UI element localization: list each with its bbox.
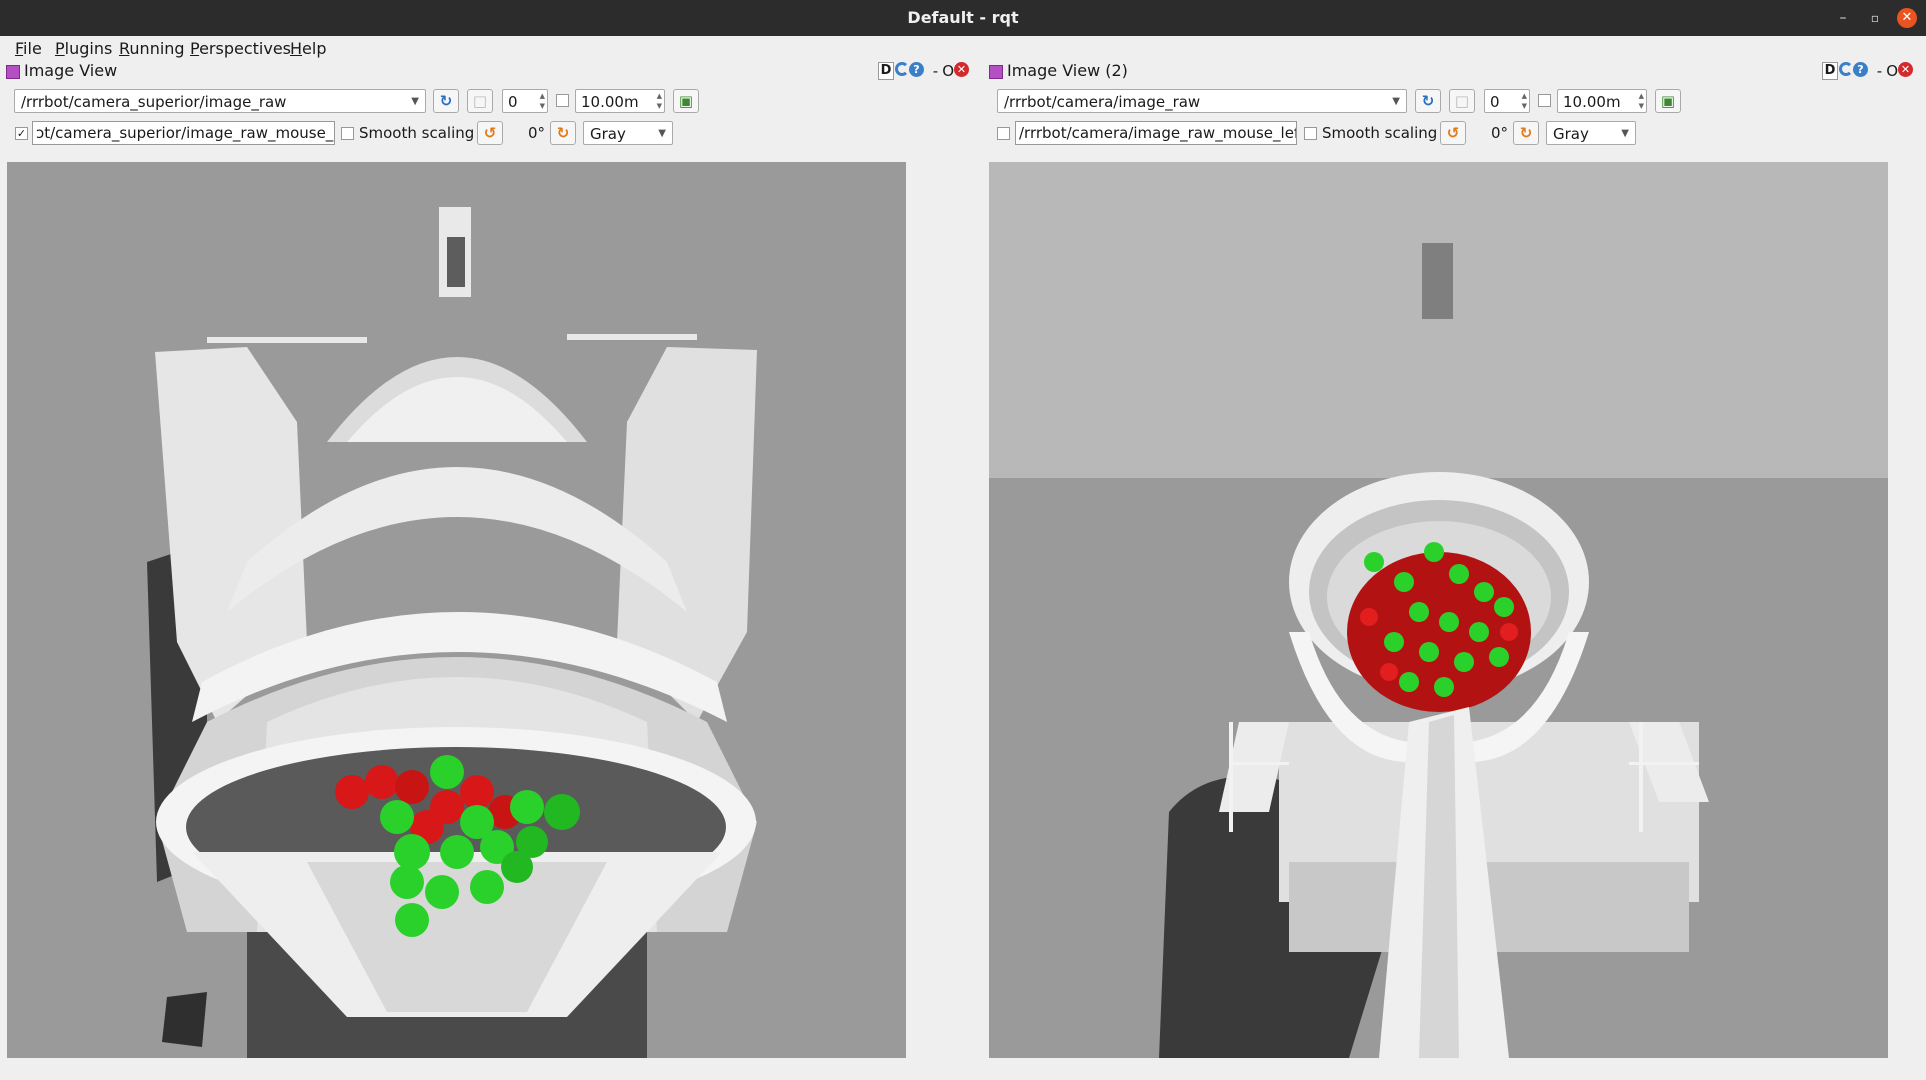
rotate-right-icon[interactable]: ↻ bbox=[550, 121, 576, 145]
panel2-title: Image View (2) bbox=[989, 61, 1128, 83]
close-icon[interactable]: ✕ bbox=[1898, 62, 1914, 77]
panel2-max-range-spinbox[interactable]: 10.00m ▲ ▼ bbox=[1557, 89, 1647, 113]
panel1-max-range-spinbox[interactable]: 10.00m ▲ ▼ bbox=[575, 89, 665, 113]
spin-arrows-icon[interactable]: ▲ ▼ bbox=[540, 91, 545, 111]
zoom-icon[interactable]: □ bbox=[467, 89, 493, 113]
panel1-mouse-topic-field[interactable]: ɔt/camera_superior/image_raw_mouse_left bbox=[32, 121, 335, 145]
panel2-zoom-value: 0 bbox=[1490, 93, 1500, 111]
panel2-max-range-value: 10.00m bbox=[1563, 93, 1621, 111]
plugin-icon bbox=[989, 64, 1003, 79]
panel1-depth-checkbox[interactable] bbox=[556, 94, 569, 107]
maximize-button[interactable]: ▫ bbox=[1865, 8, 1885, 28]
rotate-right-icon[interactable]: ↻ bbox=[1513, 121, 1539, 145]
menu-file[interactable]: File bbox=[15, 39, 42, 58]
panel2-smooth-label: Smooth scaling bbox=[1322, 124, 1438, 142]
chevron-down-icon: ▼ bbox=[658, 128, 666, 139]
close-icon[interactable]: ✕ bbox=[954, 62, 970, 77]
panel1-rotation-label: 0° bbox=[528, 124, 546, 142]
rotate-left-icon[interactable]: ↺ bbox=[477, 121, 503, 145]
spin-arrows-icon[interactable]: ▲ ▼ bbox=[1639, 91, 1644, 111]
panel2-color-scheme-select[interactable]: Gray ▼ bbox=[1546, 121, 1636, 145]
reload-icon[interactable] bbox=[1839, 62, 1853, 76]
chevron-down-icon: ▼ bbox=[1621, 128, 1629, 139]
menu-help[interactable]: Help bbox=[290, 39, 326, 58]
panel2-topic-select[interactable]: /rrrbot/camera/image_raw ▼ bbox=[997, 89, 1407, 113]
panel1-color-scheme-value: Gray bbox=[590, 125, 626, 143]
spin-arrows-icon[interactable]: ▲ ▼ bbox=[1522, 91, 1527, 111]
zoom-icon[interactable]: □ bbox=[1449, 89, 1475, 113]
panel1-topic-select[interactable]: /rrrbot/camera_superior/image_raw ▼ bbox=[14, 89, 426, 113]
panel1-minimize-button[interactable]: - bbox=[933, 62, 938, 80]
panel2-zoom-spinbox[interactable]: 0 ▲ ▼ bbox=[1484, 89, 1530, 113]
panel2-smooth-checkbox[interactable] bbox=[1304, 127, 1317, 140]
panel2-float-button[interactable]: O bbox=[1886, 62, 1898, 80]
menu-bar: File Plugins Running Perspectives Help bbox=[0, 36, 1926, 60]
panel2-depth-checkbox[interactable] bbox=[1538, 94, 1551, 107]
plugin-icon bbox=[6, 64, 20, 79]
help-icon[interactable]: ? bbox=[1853, 62, 1868, 77]
spin-arrows-icon[interactable]: ▲ ▼ bbox=[657, 91, 662, 111]
menu-running[interactable]: Running bbox=[119, 39, 185, 58]
panel1-zoom-value: 0 bbox=[508, 93, 518, 111]
minimize-button[interactable]: – bbox=[1833, 8, 1853, 28]
panel2-minimize-button[interactable]: - bbox=[1877, 62, 1882, 80]
panel1-title: Image View bbox=[6, 61, 117, 83]
panel2-color-scheme-value: Gray bbox=[1553, 125, 1589, 143]
chevron-down-icon: ▼ bbox=[1392, 96, 1400, 107]
save-icon[interactable]: ▣ bbox=[1655, 89, 1681, 113]
panel2-rotation-label: 0° bbox=[1491, 124, 1509, 142]
menu-perspectives[interactable]: Perspectives bbox=[190, 39, 291, 58]
panel2-image-canvas[interactable] bbox=[989, 162, 1888, 1058]
status-bar bbox=[0, 1066, 1926, 1080]
reload-icon[interactable] bbox=[895, 62, 909, 76]
panel2-title-text: Image View (2) bbox=[1007, 61, 1128, 80]
menu-plugins[interactable]: Plugins bbox=[55, 39, 112, 58]
panel1-float-button[interactable]: O bbox=[942, 62, 954, 80]
close-window-button[interactable]: ✕ bbox=[1897, 8, 1917, 28]
chevron-down-icon: ▼ bbox=[411, 96, 419, 107]
panel1-smooth-label: Smooth scaling bbox=[359, 124, 475, 142]
panel1-image-canvas[interactable] bbox=[7, 162, 906, 1058]
refresh-icon[interactable]: ↻ bbox=[1415, 89, 1441, 113]
refresh-icon[interactable]: ↻ bbox=[433, 89, 459, 113]
panel1-max-range-value: 10.00m bbox=[581, 93, 639, 111]
panel2-topic-value: /rrrbot/camera/image_raw bbox=[1004, 93, 1201, 111]
panel1-dock-controls: D? - O ✕ bbox=[878, 62, 970, 80]
panel2-mouse-topic-field[interactable]: /rrrbot/camera/image_raw_mouse_left bbox=[1015, 121, 1297, 145]
rotate-left-icon[interactable]: ↺ bbox=[1440, 121, 1466, 145]
panel2-dock-d-button[interactable]: D bbox=[1822, 62, 1838, 80]
panel1-title-text: Image View bbox=[24, 61, 118, 80]
save-icon[interactable]: ▣ bbox=[673, 89, 699, 113]
panel1-zoom-spinbox[interactable]: 0 ▲ ▼ bbox=[502, 89, 548, 113]
panel1-dock-d-button[interactable]: D bbox=[878, 62, 894, 80]
window-title: Default - rqt bbox=[907, 8, 1019, 27]
panel2-mouse-checkbox[interactable] bbox=[997, 127, 1010, 140]
panel1-color-scheme-select[interactable]: Gray ▼ bbox=[583, 121, 673, 145]
panel1-topic-value: /rrrbot/camera_superior/image_raw bbox=[21, 93, 287, 111]
help-icon[interactable]: ? bbox=[909, 62, 924, 77]
window-titlebar: Default - rqt – ▫ ✕ bbox=[0, 0, 1926, 36]
panel1-smooth-checkbox[interactable] bbox=[341, 127, 354, 140]
panel1-mouse-checkbox[interactable]: ✓ bbox=[15, 127, 28, 140]
panel2-dock-controls: D? - O ✕ bbox=[1822, 62, 1914, 80]
